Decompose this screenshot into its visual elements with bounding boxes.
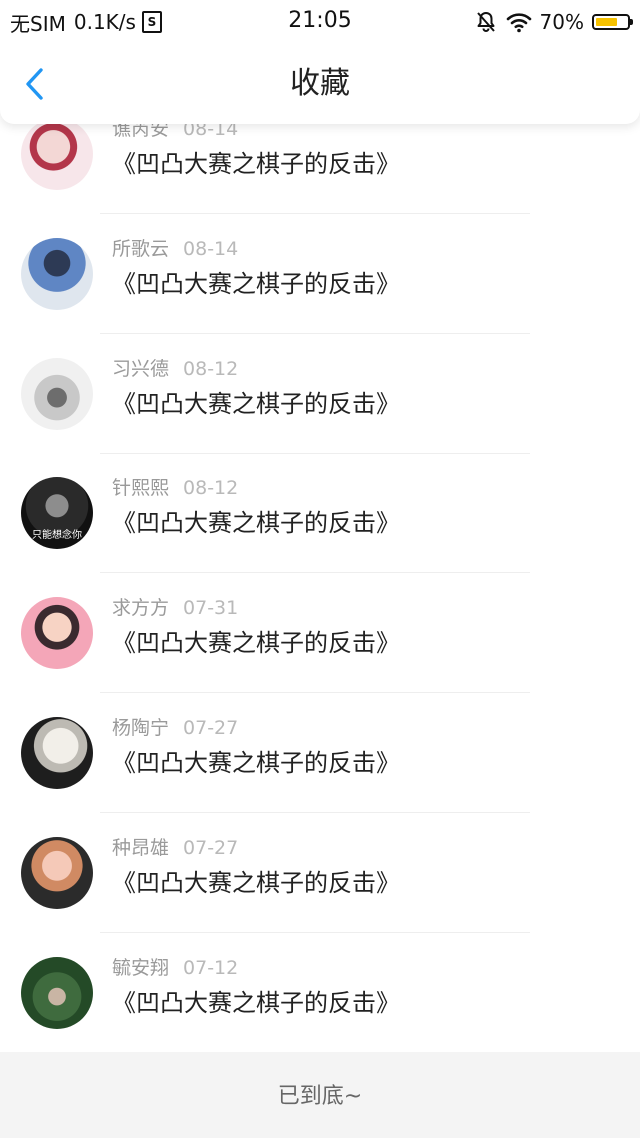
end-of-list-footer: 已到底~ — [0, 1052, 640, 1138]
author-name[interactable]: 毓安翔 — [112, 957, 169, 979]
work-title[interactable]: 《凹凸大赛之棋子的反击》 — [112, 747, 400, 779]
favorite-item[interactable]: 毓安翔 07-12 《凹凸大赛之棋子的反击》 — [0, 933, 640, 1052]
author-name[interactable]: 所歌云 — [112, 238, 169, 260]
avatar[interactable] — [21, 597, 93, 669]
status-bar: 无SIM 0.1K/s S 21:05 70% — [0, 0, 640, 44]
work-title[interactable]: 《凹凸大赛之棋子的反击》 — [112, 148, 400, 180]
item-meta: 求方方 07-31 — [112, 595, 238, 621]
author-name[interactable]: 求方方 — [112, 597, 169, 619]
item-meta: 习兴德 08-12 — [112, 356, 238, 382]
chevron-left-icon — [26, 68, 43, 100]
post-date: 07-31 — [183, 597, 239, 619]
item-meta: 毓安翔 07-12 — [112, 955, 238, 981]
post-date: 08-12 — [183, 358, 239, 380]
favorite-item[interactable]: 只能想念你 针熙熙 08-12 《凹凸大赛之棋子的反击》 — [0, 453, 640, 573]
page-title: 收藏 — [290, 66, 350, 101]
work-title[interactable]: 《凹凸大赛之棋子的反击》 — [112, 627, 400, 659]
favorite-item[interactable]: 种昂雄 07-27 《凹凸大赛之棋子的反击》 — [0, 813, 640, 933]
item-meta: 杨陶宁 07-27 — [112, 715, 238, 741]
work-title[interactable]: 《凹凸大赛之棋子的反击》 — [112, 987, 400, 1019]
item-meta: 种昂雄 07-27 — [112, 835, 238, 861]
avatar[interactable]: 只能想念你 — [21, 477, 93, 549]
item-meta: 所歌云 08-14 — [112, 236, 238, 262]
wifi-icon — [506, 11, 532, 33]
battery-percent: 70% — [539, 10, 584, 34]
battery-icon — [592, 14, 633, 30]
post-date: 07-12 — [183, 957, 239, 979]
favorite-item[interactable]: 习兴德 08-12 《凹凸大赛之棋子的反击》 — [0, 334, 640, 454]
favorites-list[interactable]: 谯芮安 08-14 《凹凸大赛之棋子的反击》 所歌云 08-14 《凹凸大赛之棋子的反击》… — [0, 94, 640, 1052]
item-meta: 针熙熙 08-12 — [112, 475, 238, 501]
nav-bar: 收藏 — [0, 44, 640, 124]
author-name[interactable]: 杨陶宁 — [112, 717, 169, 739]
work-title[interactable]: 《凹凸大赛之棋子的反击》 — [112, 867, 400, 899]
work-title[interactable]: 《凹凸大赛之棋子的反击》 — [112, 507, 400, 539]
author-name[interactable]: 种昂雄 — [112, 837, 169, 859]
avatar[interactable] — [21, 118, 93, 190]
author-name[interactable]: 习兴德 — [112, 358, 169, 380]
favorite-item[interactable]: 杨陶宁 07-27 《凹凸大赛之棋子的反击》 — [0, 693, 640, 813]
avatar[interactable] — [21, 358, 93, 430]
avatar[interactable] — [21, 238, 93, 310]
post-date: 08-14 — [183, 238, 239, 260]
work-title[interactable]: 《凹凸大赛之棋子的反击》 — [112, 388, 400, 420]
post-date: 08-12 — [183, 477, 239, 499]
favorite-item[interactable]: 所歌云 08-14 《凹凸大赛之棋子的反击》 — [0, 214, 640, 334]
work-title[interactable]: 《凹凸大赛之棋子的反击》 — [112, 268, 400, 300]
author-name[interactable]: 针熙熙 — [112, 477, 169, 499]
post-date: 07-27 — [183, 717, 239, 739]
favorite-item[interactable]: 求方方 07-31 《凹凸大赛之棋子的反击》 — [0, 573, 640, 693]
avatar[interactable] — [21, 957, 93, 1029]
avatar[interactable] — [21, 717, 93, 789]
mute-bell-icon — [474, 10, 498, 34]
favorites-screen: 无SIM 0.1K/s S 21:05 70% 收藏 谯芮安 08-14 《凹凸… — [0, 0, 640, 1138]
post-date: 07-27 — [183, 837, 239, 859]
avatar[interactable] — [21, 837, 93, 909]
status-right: 70% — [474, 8, 633, 36]
avatar-caption: 只能想念你 — [32, 530, 82, 541]
back-button[interactable] — [18, 66, 52, 102]
